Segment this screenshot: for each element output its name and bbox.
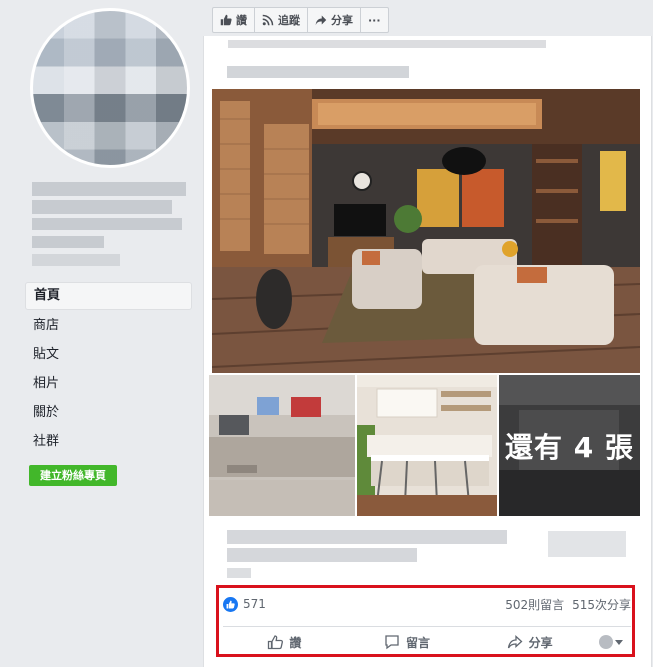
page-handle-blurred-2: [32, 254, 120, 266]
comment-action-label: 留言: [406, 635, 431, 650]
more-dots-icon: ···: [368, 13, 381, 27]
page-name-blurred-3: [32, 218, 182, 230]
create-page-button[interactable]: 建立粉絲專頁: [29, 465, 117, 486]
share-arrow-icon: [315, 15, 327, 26]
follow-page-label: 追蹤: [278, 14, 300, 27]
comment-count[interactable]: 502則留言: [505, 596, 564, 613]
like-count: 571: [243, 597, 266, 611]
like-page-label: 讚: [236, 14, 247, 27]
like-action-button[interactable]: 讚: [223, 634, 346, 651]
post-caption-blurred-3: [227, 568, 251, 578]
thumbs-up-icon: [220, 14, 232, 26]
sidebar-item-shop[interactable]: 商店: [25, 313, 192, 339]
page-name-blurred-2: [32, 200, 172, 214]
page-avatar-small-icon: [599, 635, 614, 649]
post-photo-thumb-3[interactable]: 還有 4 張: [499, 375, 640, 516]
reaction-summary: 571 502則留言 515次分享: [223, 594, 631, 614]
sidebar-item-posts[interactable]: 貼文: [25, 342, 192, 368]
post-as-selector[interactable]: [591, 635, 631, 649]
profile-avatar[interactable]: [30, 8, 190, 168]
like-action-label: 讚: [289, 635, 302, 650]
like-reaction-icon: [223, 596, 238, 612]
comment-action-button[interactable]: 留言: [346, 634, 469, 651]
sidebar-nav: 首頁 商店 貼文 相片 關於 社群: [25, 282, 192, 458]
like-page-button[interactable]: 讚: [213, 8, 255, 32]
share-page-button[interactable]: 分享: [308, 8, 361, 32]
post-main-photo[interactable]: [212, 89, 640, 373]
share-page-label: 分享: [331, 14, 353, 27]
post-photo-thumb-2[interactable]: [357, 375, 497, 516]
living-room-photo: [212, 89, 640, 373]
post-photo-thumb-1[interactable]: [209, 375, 355, 516]
share-arrow-icon: [507, 635, 523, 649]
page-action-toolbar: 讚 追蹤 分享 ···: [212, 7, 389, 33]
post-caption-blurred: [227, 530, 507, 544]
kitchen-photo: [357, 375, 497, 516]
comment-bubble-icon: [385, 635, 399, 650]
thumbs-up-outline-icon: [268, 635, 284, 650]
blurred-photo: [209, 375, 355, 516]
share-action-label: 分享: [528, 635, 553, 650]
more-options-button[interactable]: ···: [361, 8, 388, 32]
post-text-blurred: [227, 66, 409, 78]
sidebar-item-home[interactable]: 首頁: [25, 282, 192, 310]
left-column: 首頁 商店 貼文 相片 關於 社群 建立粉絲專頁: [0, 0, 202, 667]
share-action-button[interactable]: 分享: [468, 634, 591, 651]
follow-page-button[interactable]: 追蹤: [255, 8, 308, 32]
chevron-down-icon: [615, 639, 624, 645]
like-summary[interactable]: 571: [223, 596, 266, 612]
post-button-blurred[interactable]: [548, 531, 626, 557]
share-count[interactable]: 515次分享: [572, 596, 631, 613]
sidebar-item-photos[interactable]: 相片: [25, 371, 192, 397]
rss-icon: [262, 14, 274, 26]
sidebar-item-about[interactable]: 關於: [25, 400, 192, 426]
post-actions: 讚 留言 分享: [223, 626, 631, 657]
comment-share-counts: 502則留言 515次分享: [505, 596, 631, 613]
page-name-blurred: [32, 182, 186, 196]
post-header-blurred: [228, 40, 546, 48]
page-handle-blurred: [32, 236, 104, 248]
sidebar-item-community[interactable]: 社群: [25, 429, 192, 455]
post-caption-blurred-2: [227, 548, 417, 562]
more-photos-overlay[interactable]: 還有 4 張: [499, 375, 640, 516]
